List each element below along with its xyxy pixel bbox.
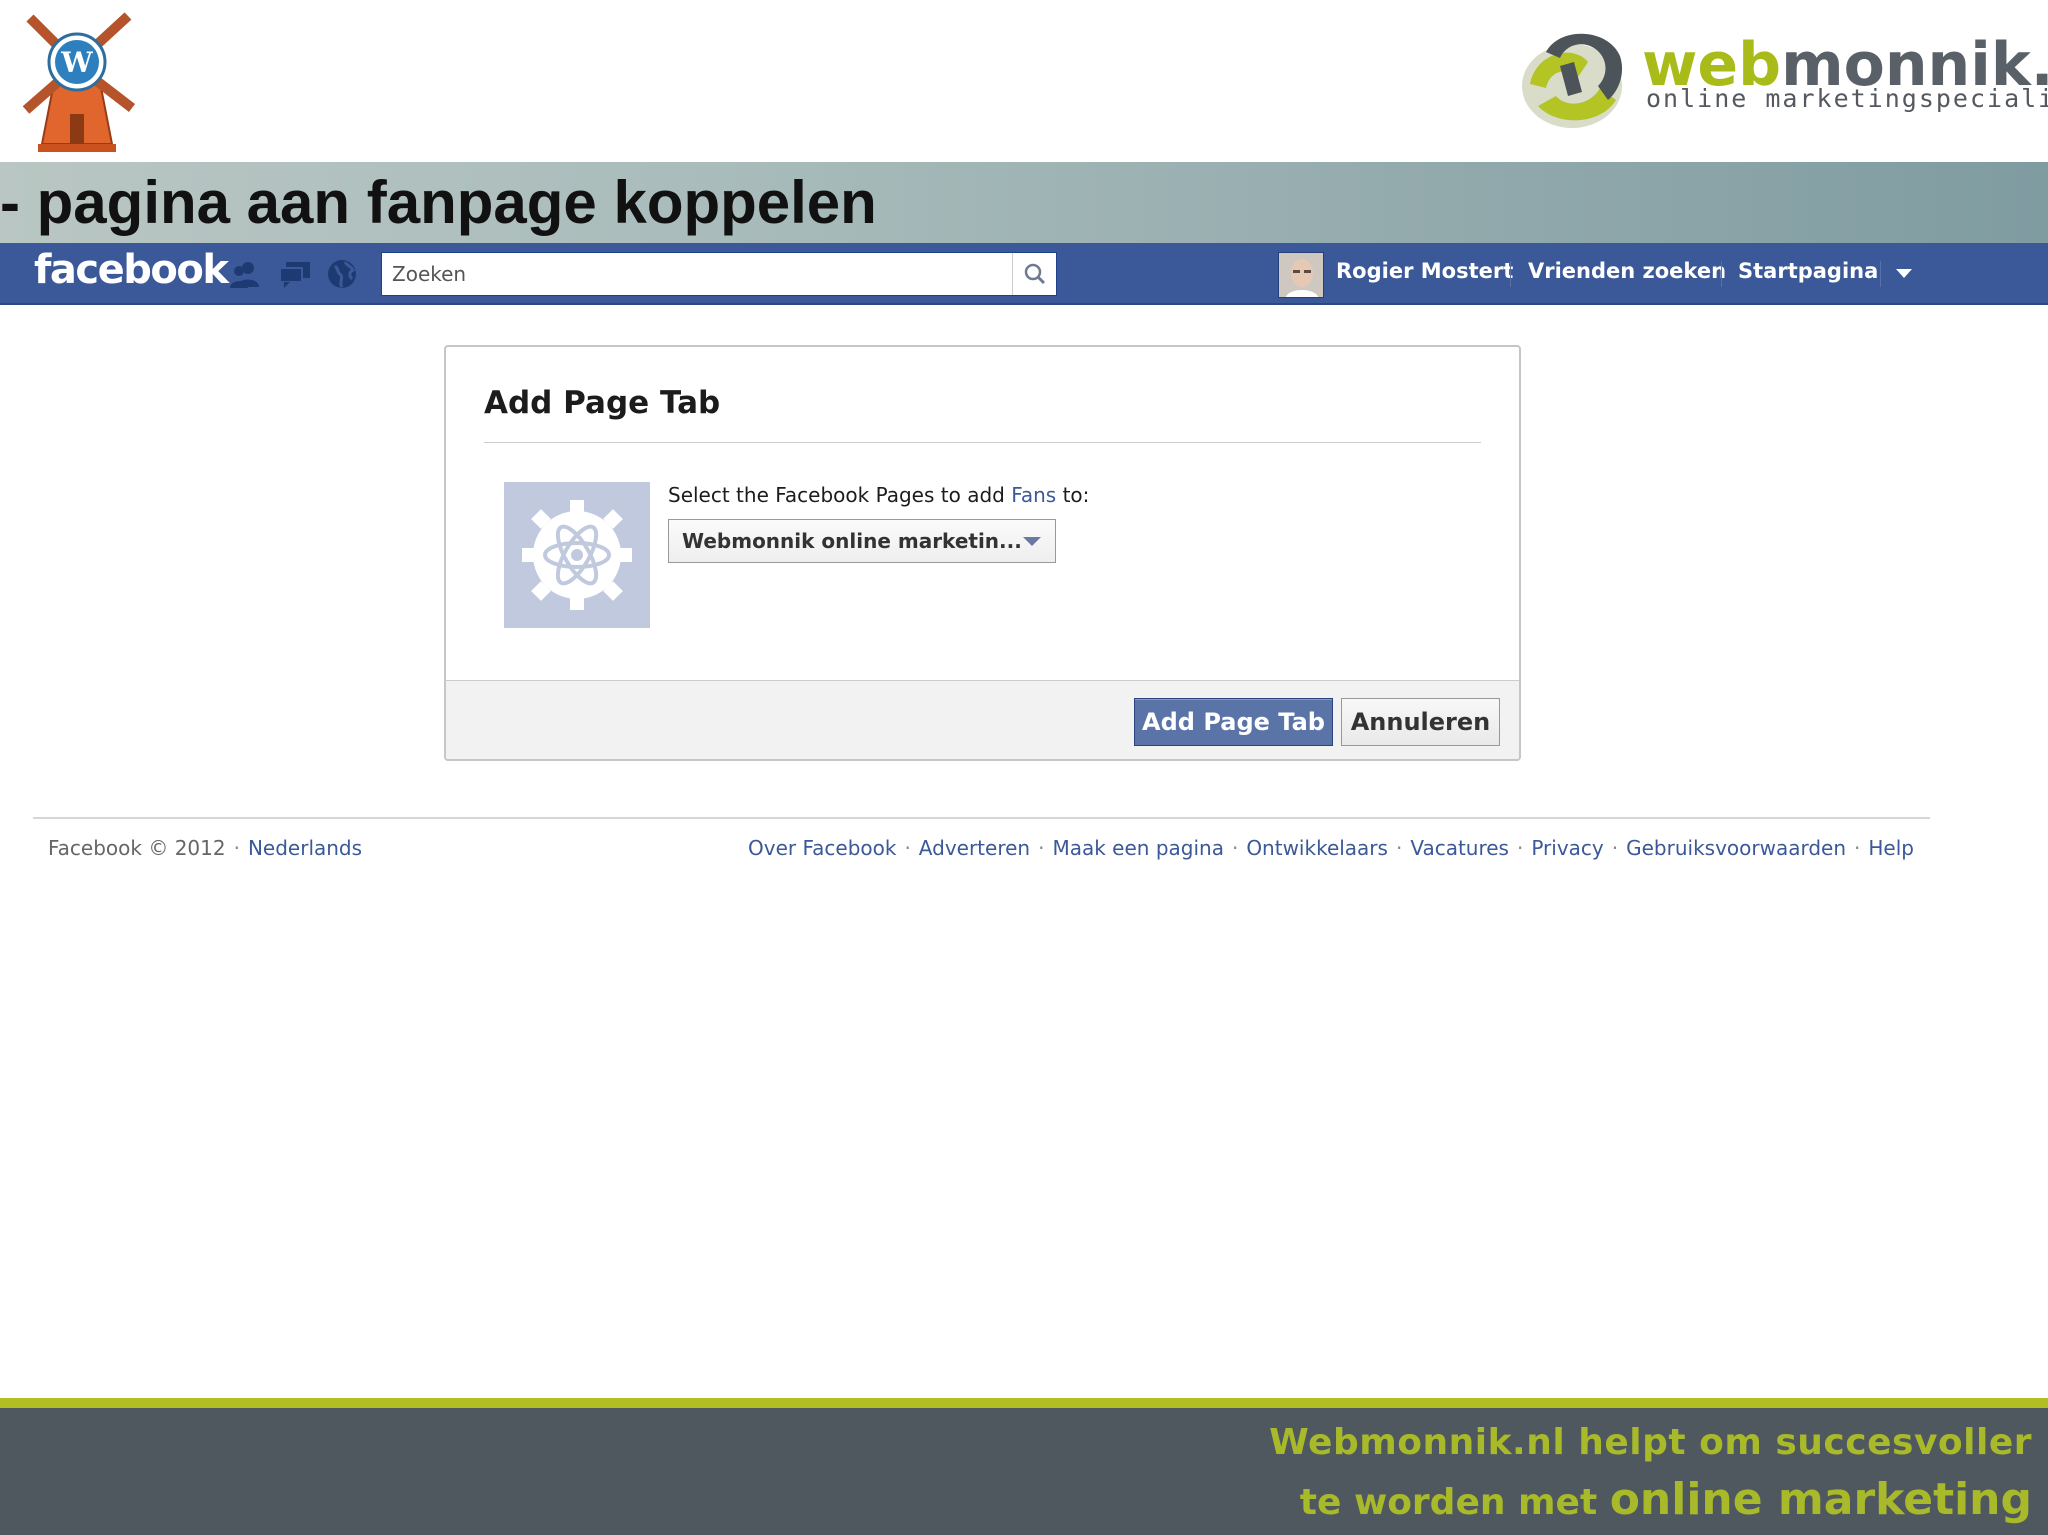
slogan-line-1: Webmonnik.nl helpt om succesvoller xyxy=(1269,1422,2032,1463)
footer-link-vacatures[interactable]: Vacatures xyxy=(1410,836,1509,860)
dialog-footer: Add Page Tab Annuleren xyxy=(446,680,1519,759)
notifications-globe-icon[interactable] xyxy=(325,257,359,291)
select-label-prefix: Select the Facebook Pages to add xyxy=(668,483,1012,507)
footer-link-maak-een-pagina[interactable]: Maak een pagina xyxy=(1052,836,1223,860)
footer-dot: · xyxy=(1231,836,1239,860)
slogan-line-2: te worden met online marketing xyxy=(1300,1474,2032,1525)
footer-link-ontwikkelaars[interactable]: Ontwikkelaars xyxy=(1246,836,1388,860)
dialog-title: Add Page Tab xyxy=(484,385,721,421)
svg-text:W: W xyxy=(60,46,93,79)
footer-link-help[interactable]: Help xyxy=(1868,836,1914,860)
facebook-logo[interactable]: facebook xyxy=(34,247,229,293)
chevron-down-icon xyxy=(1023,537,1041,546)
messages-icon[interactable] xyxy=(278,257,312,291)
select-label-suffix: to: xyxy=(1056,483,1090,507)
page-select-dropdown[interactable]: Webmonnik online marketin... xyxy=(668,519,1056,563)
footer-dot: · xyxy=(904,836,911,860)
cancel-button[interactable]: Annuleren xyxy=(1341,698,1500,746)
slogan-line-2-emphasis: online marketing xyxy=(1609,1474,2032,1525)
footer-dot: · xyxy=(233,836,240,860)
footer-link-over-facebook[interactable]: Over Facebook xyxy=(748,836,896,860)
nav-separator xyxy=(1510,261,1511,287)
footer-divider xyxy=(33,817,1930,819)
slogan-line-2-prefix: te worden met xyxy=(1299,1482,1610,1523)
friend-requests-icon[interactable] xyxy=(228,257,262,291)
footer-dot: · xyxy=(1038,836,1045,860)
brand-tagline: online marketingspecialist xyxy=(1646,84,2048,113)
add-page-tab-button[interactable]: Add Page Tab xyxy=(1134,698,1333,746)
footer-link-adverteren[interactable]: Adverteren xyxy=(919,836,1030,860)
page-select-value: Webmonnik online marketin... xyxy=(682,529,1022,553)
footer-dot: · xyxy=(1611,836,1619,860)
profile-link[interactable]: Rogier Mostert xyxy=(1336,259,1513,283)
wordpress-windmill-logo: W xyxy=(22,12,136,152)
account-menu-chevron-down-icon[interactable] xyxy=(1896,269,1912,278)
footer-dot: · xyxy=(1395,836,1403,860)
dialog-divider xyxy=(484,442,1481,443)
search-input[interactable] xyxy=(382,253,1012,295)
footer-link-gebruiksvoorwaarden[interactable]: Gebruiksvoorwaarden xyxy=(1626,836,1846,860)
footer-links: Over Facebook · Adverteren · Maak een pagina… xyxy=(748,836,1914,860)
webmonnik-logo: webmonnik.nl online marketingspecialist xyxy=(1516,18,2048,138)
home-link[interactable]: Startpagina xyxy=(1738,259,1878,283)
fans-link[interactable]: Fans xyxy=(1011,483,1056,507)
find-friends-link[interactable]: Vrienden zoeken xyxy=(1528,259,1726,283)
gear-icon xyxy=(522,500,632,610)
language-link[interactable]: Nederlands xyxy=(248,836,362,860)
search-icon xyxy=(1024,263,1046,285)
webmonnik-mark-icon xyxy=(1522,33,1623,128)
search-button[interactable] xyxy=(1012,253,1056,295)
app-gear-atom-icon xyxy=(504,482,650,628)
footer-dot: · xyxy=(1516,836,1524,860)
bottom-accent-line xyxy=(0,1398,2048,1408)
footer-link-privacy[interactable]: Privacy xyxy=(1531,836,1603,860)
add-page-tab-dialog: Add Page Tab Select the Facebook Pages t… xyxy=(444,345,1521,761)
facebook-top-bar: facebook Rogier Mostert xyxy=(0,243,2048,305)
footer-dot: · xyxy=(1854,836,1861,860)
nav-separator xyxy=(1880,261,1881,287)
user-avatar-image xyxy=(1279,253,1323,297)
search-box xyxy=(381,252,1057,296)
select-pages-label: Select the Facebook Pages to add Fans to… xyxy=(668,483,1089,507)
copyright-text: Facebook © 2012 xyxy=(48,836,226,860)
nav-separator xyxy=(1721,261,1722,287)
footer-left: Facebook © 2012 · Nederlands xyxy=(48,836,362,860)
avatar[interactable] xyxy=(1278,252,1324,298)
slide-title: - pagina aan fanpage koppelen xyxy=(0,169,877,236)
